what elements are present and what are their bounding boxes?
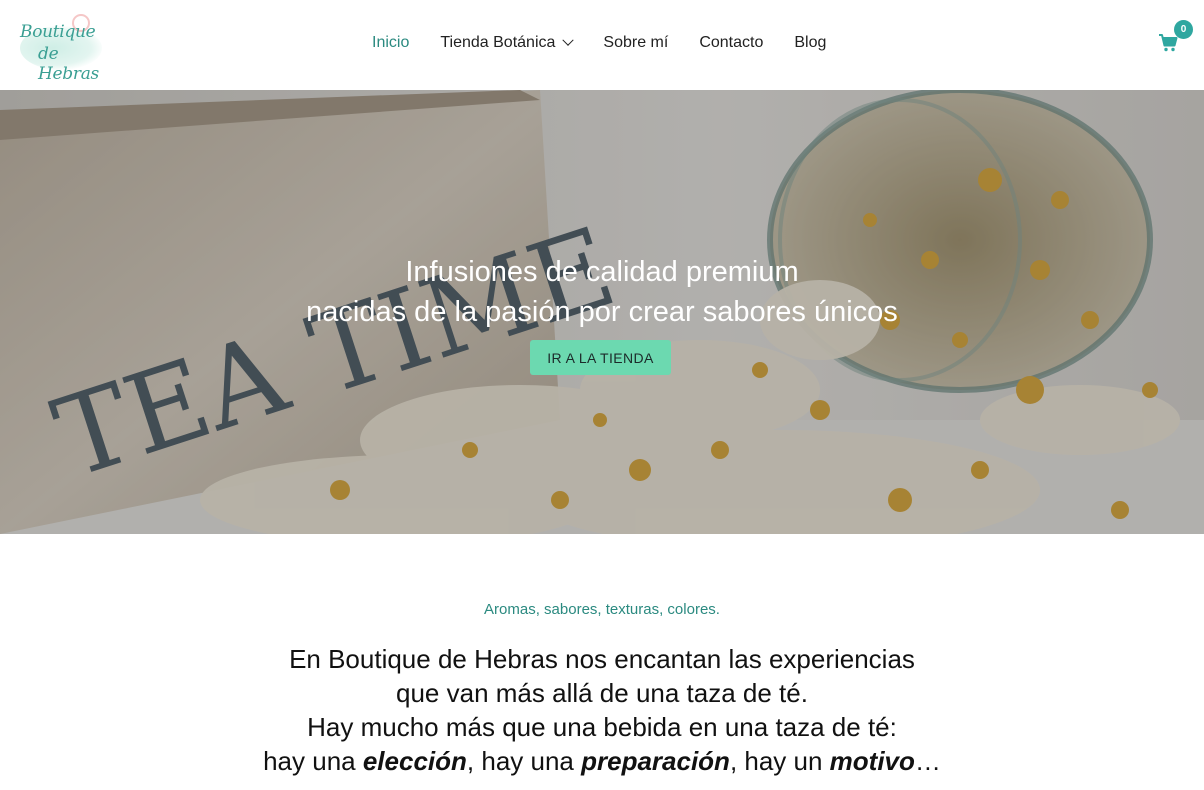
site-header: Boutique de Hebras Inicio Tienda Botánic… (0, 0, 1204, 90)
emphasis-preparacion: preparación (581, 746, 730, 776)
hero-banner: TEA TIME Infusiones de calidad premium n… (0, 90, 1204, 534)
nav-item-contacto[interactable]: Contacto (699, 34, 763, 52)
intro-text-fragment: … (914, 746, 941, 776)
nav-item-inicio[interactable]: Inicio (372, 34, 409, 52)
shopping-cart-icon[interactable] (1158, 33, 1178, 53)
logo-text-hebras: de Hebras (38, 44, 99, 84)
logo[interactable]: Boutique de Hebras (16, 12, 106, 84)
nav-item-label: Contacto (699, 34, 764, 51)
intro-text-fragment: hay una (263, 746, 363, 776)
hero-title-line-1: Infusiones de calidad premium (405, 256, 799, 288)
nav-item-label: Sobre mí (603, 34, 669, 51)
nav-item-label: Blog (794, 34, 827, 51)
chevron-down-icon (562, 34, 575, 46)
hero-title-line-2: nacidas de la pasión por crear sabores ú… (306, 296, 898, 328)
emphasis-eleccion: elección (362, 746, 467, 776)
intro-text-fragment: , hay un (729, 746, 830, 776)
go-to-shop-button[interactable]: IR A LA TIENDA (530, 340, 671, 375)
intro-text-fragment: , hay una (466, 746, 582, 776)
logo-text-boutique: Boutique (20, 22, 96, 42)
nav-item-sobre-mi[interactable]: Sobre mí (603, 34, 668, 52)
intro-line-2: que van más allá de una taza de té. (396, 678, 808, 708)
nav-item-tienda-botanica[interactable]: Tienda Botánica (440, 34, 575, 52)
nav-item-label: Inicio (372, 34, 410, 51)
intro-line-1: En Boutique de Hebras nos encantan las e… (289, 644, 915, 674)
main-nav: Inicio Tienda Botánica Sobre mí Contacto… (372, 34, 857, 52)
emphasis-motivo: motivo (829, 746, 915, 776)
intro-line-3: Hay mucho más que una bebida en una taza… (307, 712, 897, 742)
nav-item-blog[interactable]: Blog (794, 34, 826, 52)
cart-count-badge: 0 (1174, 20, 1193, 39)
intro-tagline: Aromas, sabores, texturas, colores. (484, 601, 720, 618)
nav-item-label: Tienda Botánica (440, 34, 556, 51)
intro-line-4: hay una elección, hay una preparación, h… (0, 744, 1204, 778)
intro-text: En Boutique de Hebras nos encantan las e… (0, 642, 1204, 778)
